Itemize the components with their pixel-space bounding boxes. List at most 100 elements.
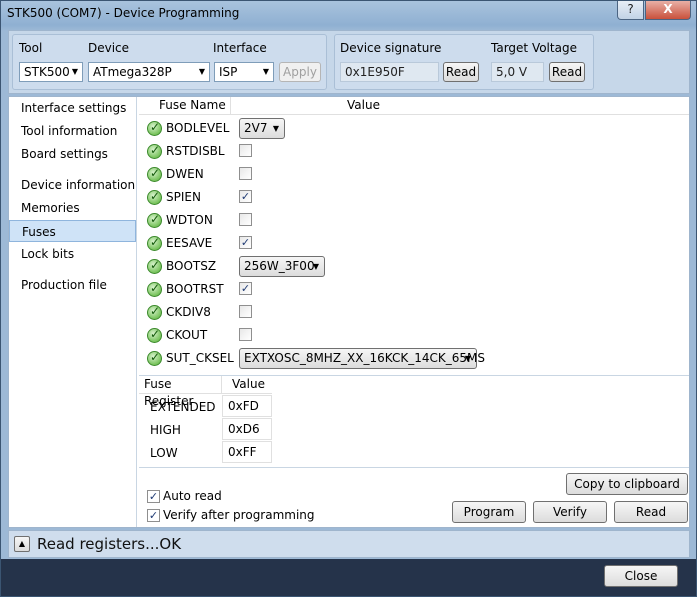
- tool-label: Tool: [19, 41, 43, 55]
- fuse-checkbox[interactable]: [239, 328, 252, 341]
- chevron-down-icon: ▼: [71, 67, 78, 76]
- top-toolbar: Tool STK500 ▼ Device ATmega328P ▼ Interfac…: [8, 30, 690, 94]
- fuse-checkbox[interactable]: ✓: [239, 282, 252, 295]
- check-ok-icon: [147, 281, 162, 297]
- interface-select[interactable]: ISP ▼: [214, 62, 274, 82]
- sidebar-item-tool-information[interactable]: Tool information: [9, 120, 136, 142]
- check-ok-icon: [147, 235, 162, 251]
- sidebar-item-lock-bits[interactable]: Lock bits: [9, 243, 136, 265]
- fuse-value-select[interactable]: 256W_3F00 ▼: [239, 256, 325, 277]
- program-button[interactable]: Program: [452, 501, 526, 523]
- register-row: LOW 0xFF: [139, 441, 689, 464]
- tool-select[interactable]: STK500 ▼: [19, 62, 83, 82]
- check-ok-icon: [147, 212, 162, 228]
- voltage-value: 5,0 V: [491, 62, 544, 82]
- fuse-name: WDTON: [166, 213, 213, 227]
- fuse-name: SUT_CKSEL: [166, 351, 234, 365]
- interface-label: Interface: [213, 41, 267, 55]
- check-ok-icon: [147, 350, 162, 366]
- register-value-field[interactable]: 0xFF: [222, 441, 272, 463]
- sidebar: Interface settings Tool information Boar…: [9, 97, 137, 527]
- chevron-down-icon: ▼: [272, 124, 279, 133]
- chevron-down-icon: ▼: [262, 67, 269, 76]
- fuse-checkbox[interactable]: [239, 213, 252, 226]
- fuse-row: DWEN: [139, 163, 689, 186]
- tool-select-value: STK500: [24, 65, 70, 79]
- fuse-checkbox[interactable]: [239, 167, 252, 180]
- fuse-name: CKOUT: [166, 328, 208, 342]
- signature-label: Device signature: [340, 41, 442, 55]
- sidebar-item-device-information[interactable]: Device information: [9, 174, 136, 196]
- read-button[interactable]: Read: [614, 501, 688, 523]
- chevron-down-icon: ▼: [464, 354, 471, 363]
- verify-button[interactable]: Verify: [533, 501, 607, 523]
- action-area: Copy to clipboard ✓ Auto read ✓ Verify a…: [139, 467, 689, 527]
- fuse-value-select[interactable]: EXTXOSC_8MHZ_XX_16KCK_14CK_65MS ▼: [239, 348, 485, 369]
- check-ok-icon: [147, 166, 162, 182]
- fuse-value: 256W_3F00: [244, 259, 315, 273]
- fuse-row: BOOTRST ✓: [139, 278, 689, 301]
- fuse-name: DWEN: [166, 167, 204, 181]
- fuse-row: WDTON: [139, 209, 689, 232]
- auto-read-label: Auto read: [163, 489, 222, 503]
- check-ok-icon: [147, 258, 162, 274]
- interface-select-value: ISP: [219, 65, 238, 79]
- sidebar-item-fuses[interactable]: Fuses: [9, 220, 136, 242]
- register-name: HIGH: [150, 423, 181, 437]
- fuse-checkbox[interactable]: ✓: [239, 190, 252, 203]
- register-row: EXTENDED 0xFD: [139, 395, 689, 418]
- close-button[interactable]: Close: [604, 565, 678, 587]
- fuse-row: BOOTSZ 256W_3F00▼: [139, 255, 689, 278]
- auto-read-checkbox[interactable]: ✓: [147, 490, 160, 503]
- fuse-row: CKOUT: [139, 324, 689, 347]
- signature-voltage-group: Device signature 0x1E950F Read Target Vo…: [334, 34, 594, 90]
- check-ok-icon: [147, 143, 162, 159]
- fuse-value-select[interactable]: 2V7 ▼: [239, 118, 285, 139]
- register-value-field[interactable]: 0xFD: [222, 395, 272, 417]
- device-label: Device: [88, 41, 130, 55]
- sidebar-item-production-file[interactable]: Production file: [9, 274, 136, 296]
- fuse-row: BODLEVEL 2V7 ▼: [139, 117, 689, 140]
- verify-after-label: Verify after programming: [163, 508, 315, 522]
- sidebar-item-memories[interactable]: Memories: [9, 197, 136, 219]
- register-name: EXTENDED: [150, 400, 216, 414]
- device-programming-window: STK500 (COM7) - Device Programming ? X T…: [0, 0, 697, 597]
- chevron-down-icon: ▼: [198, 67, 205, 76]
- fuse-row: RSTDISBL: [139, 140, 689, 163]
- tool-device-group: Tool STK500 ▼ Device ATmega328P ▼ Interfac…: [12, 34, 327, 90]
- fuse-table: Fuse Name Value BODLEVEL 2V7 ▼ RSTDISBL DWEN…: [139, 97, 689, 373]
- fuse-value-header: Value: [231, 97, 689, 115]
- fuse-name: RSTDISBL: [166, 144, 225, 158]
- sidebar-item-board-settings[interactable]: Board settings: [9, 143, 136, 165]
- fuse-name: BOOTRST: [166, 282, 224, 296]
- register-value-field[interactable]: 0xD6: [222, 418, 272, 440]
- fuse-row: CKDIV8: [139, 301, 689, 324]
- fuse-checkbox[interactable]: [239, 144, 252, 157]
- register-name: LOW: [150, 446, 178, 460]
- fuse-name: EESAVE: [166, 236, 213, 250]
- sidebar-item-interface-settings[interactable]: Interface settings: [9, 97, 136, 119]
- signature-read-button[interactable]: Read: [443, 62, 479, 82]
- chevron-up-icon[interactable]: ▲: [14, 536, 30, 552]
- voltage-read-button[interactable]: Read: [549, 62, 585, 82]
- copy-to-clipboard-button[interactable]: Copy to clipboard: [566, 473, 688, 495]
- fuse-checkbox[interactable]: [239, 305, 252, 318]
- check-ok-icon: [147, 189, 162, 205]
- device-select-value: ATmega328P: [93, 65, 172, 79]
- register-row: HIGH 0xD6: [139, 418, 689, 441]
- signature-value: 0x1E950F: [340, 62, 439, 82]
- status-text: Read registers...OK: [37, 535, 182, 553]
- voltage-label: Target Voltage: [491, 41, 577, 55]
- device-select[interactable]: ATmega328P ▼: [88, 62, 210, 82]
- fuse-name: CKDIV8: [166, 305, 211, 319]
- register-name-header: Fuse Register: [139, 376, 222, 408]
- window-title: STK500 (COM7) - Device Programming: [7, 6, 240, 20]
- apply-button[interactable]: Apply: [279, 62, 321, 82]
- fuse-checkbox[interactable]: ✓: [239, 236, 252, 249]
- verify-after-checkbox[interactable]: ✓: [147, 509, 160, 522]
- fuse-value: 2V7: [244, 121, 268, 135]
- fuse-row: EESAVE ✓: [139, 232, 689, 255]
- fuse-register-table: Fuse Register Value EXTENDED 0xFD HIGH 0…: [139, 375, 689, 465]
- help-icon[interactable]: ?: [617, 1, 644, 20]
- window-close-icon[interactable]: X: [645, 1, 691, 20]
